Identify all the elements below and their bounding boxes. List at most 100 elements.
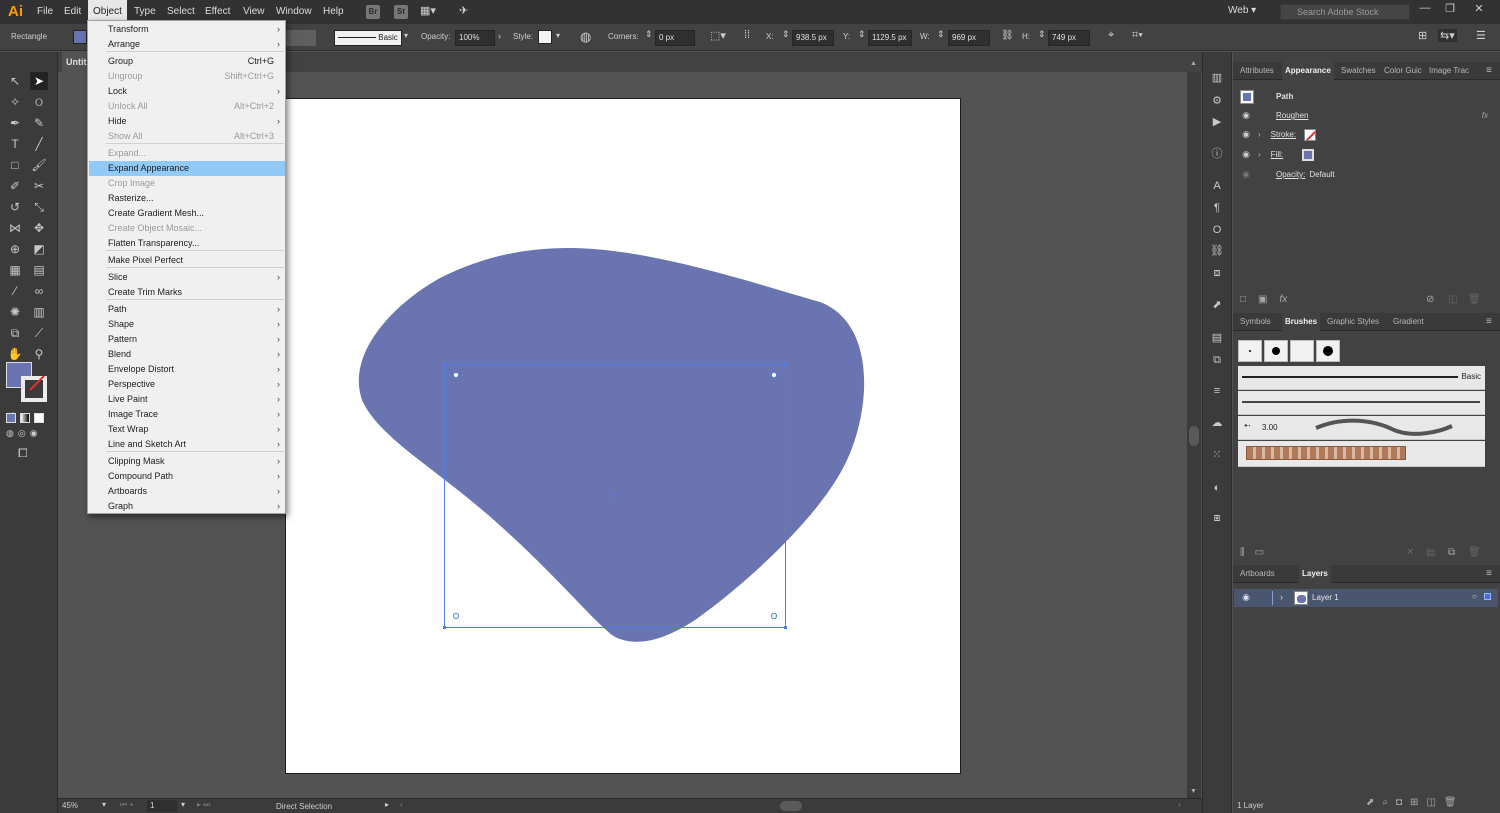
menu-item-text-wrap[interactable]: Text Wrap › <box>89 422 285 437</box>
appearance-stroke-row[interactable]: ◉ › Stroke: <box>1237 125 1492 144</box>
opentype-icon[interactable]: O <box>1209 222 1225 238</box>
hamburger-icon[interactable]: ☰ <box>1476 29 1486 42</box>
character-icon[interactable]: A <box>1209 178 1225 194</box>
menu-item-expand[interactable]: Expand... <box>89 146 285 161</box>
menu-item-lock[interactable]: Lock › <box>89 84 285 99</box>
menu-item-graph[interactable]: Graph › <box>89 499 285 514</box>
search-stock-input[interactable]: Search Adobe Stock <box>1280 4 1410 20</box>
links-icon[interactable]: ⛓ <box>1209 243 1225 259</box>
expand-arrow-icon[interactable]: › <box>1258 150 1261 159</box>
transform-panel-icon[interactable]: ⁙ <box>1209 447 1225 463</box>
tab-brushes[interactable]: Brushes <box>1282 313 1321 331</box>
export-icon[interactable]: ⬈ <box>1209 297 1225 313</box>
selection-indicator[interactable] <box>1484 593 1491 600</box>
tab-artboards[interactable]: Artboards <box>1237 565 1278 583</box>
brush-row-bristle[interactable]: ➸ 3.00 <box>1238 416 1485 440</box>
duplicate-item-icon[interactable]: ◫ <box>1448 294 1457 305</box>
brush-swatch[interactable] <box>1290 340 1314 362</box>
menu-item-live-paint[interactable]: Live Paint › <box>89 392 285 407</box>
panel-menu-icon[interactable]: ≡ <box>1483 62 1495 80</box>
asset-export-icon[interactable]: ⧈ <box>1209 265 1225 281</box>
eye-icon[interactable]: ◉ <box>1240 149 1252 160</box>
stroke-none-swatch[interactable] <box>1304 128 1317 141</box>
anchor-point[interactable] <box>784 626 787 629</box>
menu-item-unlock-all[interactable]: Unlock All Alt+Ctrl+2 <box>89 99 285 114</box>
minimize-icon[interactable]: — <box>1416 2 1434 14</box>
options-icon[interactable]: ▤ <box>1426 547 1435 558</box>
zoom-level[interactable]: 45% <box>62 801 78 810</box>
layers-menu-icon[interactable]: ≡ <box>1483 565 1495 583</box>
brushes-menu-icon[interactable]: ≡ <box>1483 313 1495 331</box>
menu-item-flatten-transparency[interactable]: Flatten Transparency... <box>89 236 285 251</box>
delete-item-icon[interactable]: 🗑 <box>1468 294 1481 305</box>
brush-swatch[interactable] <box>1264 340 1288 362</box>
menu-item-envelope-distort[interactable]: Envelope Distort › <box>89 362 285 377</box>
layer-row[interactable]: ◉ › Layer 1 ○ <box>1234 589 1498 607</box>
corner-widget[interactable] <box>452 371 460 379</box>
brush-row-pattern[interactable] <box>1238 441 1485 467</box>
vertical-scroll-thumb[interactable] <box>1189 426 1199 446</box>
menu-item-create-trim-marks[interactable]: Create Trim Marks <box>89 285 285 300</box>
menu-item-expand-appearance[interactable]: Expand Appearance <box>89 161 285 176</box>
anchor-point[interactable] <box>443 362 446 365</box>
tab-image-trace[interactable]: Image Trac <box>1426 62 1472 80</box>
expand-layer-icon[interactable]: › <box>1280 592 1283 602</box>
anchor-point[interactable] <box>443 626 446 629</box>
tab-color-guide[interactable]: Color Guic <box>1381 62 1425 80</box>
align-panel-icon[interactable]: ▤ <box>1209 330 1225 346</box>
brush-libraries-icon[interactable]: ⫼ <box>1240 547 1245 558</box>
tab-swatches[interactable]: Swatches <box>1338 62 1379 80</box>
brush-row-charcoal[interactable] <box>1238 391 1485 415</box>
new-sublayer-icon[interactable]: ⊞ <box>1410 797 1418 808</box>
eye-icon[interactable]: ◉ <box>1240 169 1252 180</box>
tab-appearance[interactable]: Appearance <box>1282 62 1334 80</box>
menu-item-arrange[interactable]: Arrange › <box>89 37 285 52</box>
paragraph-icon[interactable]: ¶ <box>1209 200 1225 216</box>
menu-item-ungroup[interactable]: Ungroup Shift+Ctrl+G <box>89 69 285 84</box>
appearance-opacity-row[interactable]: ◉ Opacity: Default <box>1237 165 1492 184</box>
tab-graphic-styles[interactable]: Graphic Styles <box>1324 313 1382 331</box>
menu-item-line-and-sketch-art[interactable]: Line and Sketch Art › <box>89 437 285 452</box>
layer-name[interactable]: Layer 1 <box>1312 593 1339 602</box>
hscroll-right-icon[interactable]: › <box>1178 800 1181 809</box>
zoom-dropdown-icon[interactable]: ▾ <box>102 800 106 809</box>
corner-widget[interactable] <box>452 612 460 620</box>
tab-layers[interactable]: Layers <box>1299 565 1331 583</box>
expand-arrow-icon[interactable]: › <box>1258 130 1261 139</box>
pathfinder-icon[interactable]: ⧉ <box>1209 352 1225 368</box>
brush-row-basic[interactable]: Basic <box>1238 366 1485 390</box>
eye-icon[interactable]: ◉ <box>1240 110 1252 121</box>
last-artboard-icon[interactable]: ▸ ⏭ <box>197 800 210 810</box>
scroll-down-icon[interactable]: ▼ <box>1190 788 1197 795</box>
menu-item-show-all[interactable]: Show All Alt+Ctrl+3 <box>89 129 285 144</box>
stroke-panel-icon[interactable]: ≡ <box>1209 383 1225 399</box>
corner-widget[interactable] <box>770 612 778 620</box>
new-layer-icon[interactable]: ◫ <box>1426 797 1435 808</box>
libraries-icon[interactable]: ▥ <box>1209 70 1225 86</box>
corner-widget[interactable] <box>770 371 778 379</box>
menu-item-slice[interactable]: Slice › <box>89 270 285 285</box>
menu-item-perspective[interactable]: Perspective › <box>89 377 285 392</box>
menu-item-group[interactable]: Group Ctrl+G <box>89 54 285 69</box>
remove-stroke-icon[interactable]: ✕ <box>1406 547 1414 558</box>
menu-item-artboards[interactable]: Artboards › <box>89 484 285 499</box>
tab-gradient[interactable]: Gradient <box>1390 313 1427 331</box>
clear-appearance-icon[interactable]: ▣ <box>1258 294 1267 305</box>
menu-item-hide[interactable]: Hide › <box>89 114 285 129</box>
clear-icon[interactable]: ⊘ <box>1426 294 1434 305</box>
new-art-icon[interactable]: □ <box>1240 294 1246 305</box>
scroll-up-icon[interactable]: ▲ <box>1190 60 1197 67</box>
tab-symbols[interactable]: Symbols <box>1237 313 1274 331</box>
blob-shape[interactable] <box>358 248 865 642</box>
stroke-label[interactable]: Stroke: <box>1271 130 1296 139</box>
align-icon[interactable]: ⊞ <box>1418 29 1427 42</box>
workspace-switcher[interactable]: Web ▾ <box>1228 5 1256 16</box>
restore-icon[interactable]: ❐ <box>1441 2 1459 15</box>
menu-item-shape[interactable]: Shape › <box>89 317 285 332</box>
eye-icon[interactable]: ◉ <box>1240 129 1252 140</box>
menu-item-blend[interactable]: Blend › <box>89 347 285 362</box>
artboard-dropdown-icon[interactable]: ▾ <box>181 800 185 809</box>
appearance-fill-row[interactable]: ◉ › Fill: <box>1237 145 1492 164</box>
brush-swatch[interactable] <box>1316 340 1340 362</box>
hscroll-left-icon[interactable]: ‹ <box>400 800 403 809</box>
